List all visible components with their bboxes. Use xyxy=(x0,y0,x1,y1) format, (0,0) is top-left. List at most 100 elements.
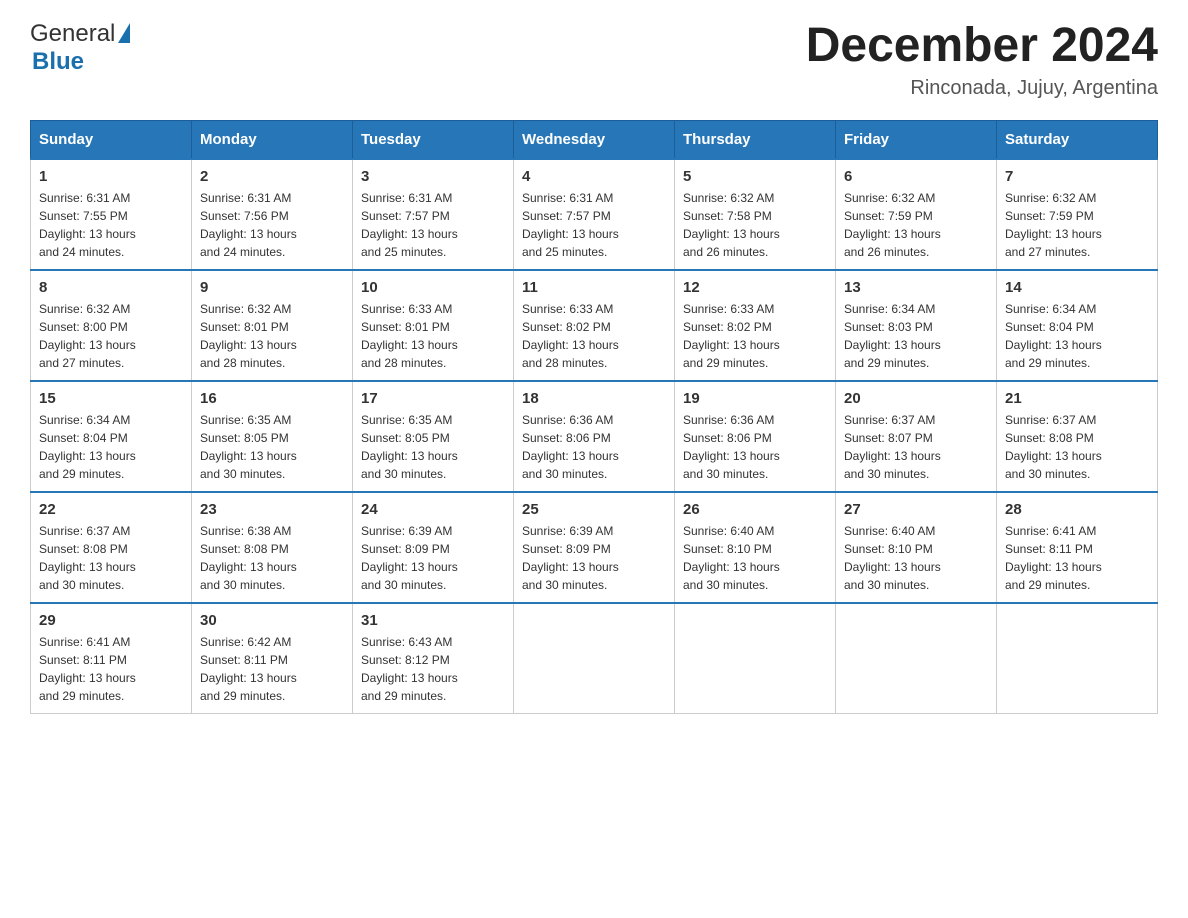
day-number: 17 xyxy=(361,390,505,407)
day-number: 19 xyxy=(683,390,827,407)
title-section: December 2024 Rinconada, Jujuy, Argentin… xyxy=(806,20,1158,100)
day-info: Sunrise: 6:42 AM Sunset: 8:11 PM Dayligh… xyxy=(200,633,344,705)
day-info: Sunrise: 6:31 AM Sunset: 7:56 PM Dayligh… xyxy=(200,189,344,261)
day-info: Sunrise: 6:32 AM Sunset: 7:58 PM Dayligh… xyxy=(683,189,827,261)
logo-general-text: General xyxy=(30,20,115,48)
calendar-cell: 14 Sunrise: 6:34 AM Sunset: 8:04 PM Dayl… xyxy=(997,270,1158,381)
day-number: 28 xyxy=(1005,501,1149,518)
calendar-cell: 15 Sunrise: 6:34 AM Sunset: 8:04 PM Dayl… xyxy=(31,381,192,492)
day-info: Sunrise: 6:35 AM Sunset: 8:05 PM Dayligh… xyxy=(361,411,505,483)
calendar-cell: 28 Sunrise: 6:41 AM Sunset: 8:11 PM Dayl… xyxy=(997,492,1158,603)
calendar-cell: 16 Sunrise: 6:35 AM Sunset: 8:05 PM Dayl… xyxy=(192,381,353,492)
calendar-cell: 6 Sunrise: 6:32 AM Sunset: 7:59 PM Dayli… xyxy=(836,159,997,270)
day-info: Sunrise: 6:39 AM Sunset: 8:09 PM Dayligh… xyxy=(522,522,666,594)
day-info: Sunrise: 6:40 AM Sunset: 8:10 PM Dayligh… xyxy=(683,522,827,594)
day-info: Sunrise: 6:32 AM Sunset: 7:59 PM Dayligh… xyxy=(1005,189,1149,261)
logo: General Blue xyxy=(30,20,130,76)
calendar-cell: 4 Sunrise: 6:31 AM Sunset: 7:57 PM Dayli… xyxy=(514,159,675,270)
calendar-cell: 7 Sunrise: 6:32 AM Sunset: 7:59 PM Dayli… xyxy=(997,159,1158,270)
day-number: 6 xyxy=(844,168,988,185)
day-info: Sunrise: 6:34 AM Sunset: 8:03 PM Dayligh… xyxy=(844,300,988,372)
calendar-cell xyxy=(997,603,1158,714)
calendar-week-row: 15 Sunrise: 6:34 AM Sunset: 8:04 PM Dayl… xyxy=(31,381,1158,492)
month-title: December 2024 xyxy=(806,20,1158,73)
col-header-wednesday: Wednesday xyxy=(514,120,675,159)
calendar-cell: 2 Sunrise: 6:31 AM Sunset: 7:56 PM Dayli… xyxy=(192,159,353,270)
day-info: Sunrise: 6:43 AM Sunset: 8:12 PM Dayligh… xyxy=(361,633,505,705)
calendar-week-row: 8 Sunrise: 6:32 AM Sunset: 8:00 PM Dayli… xyxy=(31,270,1158,381)
calendar-week-row: 22 Sunrise: 6:37 AM Sunset: 8:08 PM Dayl… xyxy=(31,492,1158,603)
calendar-cell: 11 Sunrise: 6:33 AM Sunset: 8:02 PM Dayl… xyxy=(514,270,675,381)
day-info: Sunrise: 6:32 AM Sunset: 8:00 PM Dayligh… xyxy=(39,300,183,372)
day-info: Sunrise: 6:33 AM Sunset: 8:02 PM Dayligh… xyxy=(683,300,827,372)
day-number: 18 xyxy=(522,390,666,407)
day-number: 29 xyxy=(39,612,183,629)
location: Rinconada, Jujuy, Argentina xyxy=(806,77,1158,100)
calendar-cell xyxy=(836,603,997,714)
day-number: 24 xyxy=(361,501,505,518)
day-number: 22 xyxy=(39,501,183,518)
day-number: 10 xyxy=(361,279,505,296)
calendar-cell: 21 Sunrise: 6:37 AM Sunset: 8:08 PM Dayl… xyxy=(997,381,1158,492)
calendar-cell: 25 Sunrise: 6:39 AM Sunset: 8:09 PM Dayl… xyxy=(514,492,675,603)
day-number: 26 xyxy=(683,501,827,518)
day-info: Sunrise: 6:32 AM Sunset: 8:01 PM Dayligh… xyxy=(200,300,344,372)
calendar-cell: 9 Sunrise: 6:32 AM Sunset: 8:01 PM Dayli… xyxy=(192,270,353,381)
calendar-header-row: SundayMondayTuesdayWednesdayThursdayFrid… xyxy=(31,120,1158,159)
calendar-cell: 31 Sunrise: 6:43 AM Sunset: 8:12 PM Dayl… xyxy=(353,603,514,714)
calendar-cell: 13 Sunrise: 6:34 AM Sunset: 8:03 PM Dayl… xyxy=(836,270,997,381)
calendar-cell: 22 Sunrise: 6:37 AM Sunset: 8:08 PM Dayl… xyxy=(31,492,192,603)
day-info: Sunrise: 6:41 AM Sunset: 8:11 PM Dayligh… xyxy=(1005,522,1149,594)
day-info: Sunrise: 6:38 AM Sunset: 8:08 PM Dayligh… xyxy=(200,522,344,594)
calendar-cell: 24 Sunrise: 6:39 AM Sunset: 8:09 PM Dayl… xyxy=(353,492,514,603)
day-number: 27 xyxy=(844,501,988,518)
day-info: Sunrise: 6:37 AM Sunset: 8:07 PM Dayligh… xyxy=(844,411,988,483)
day-number: 16 xyxy=(200,390,344,407)
day-number: 2 xyxy=(200,168,344,185)
calendar-cell: 5 Sunrise: 6:32 AM Sunset: 7:58 PM Dayli… xyxy=(675,159,836,270)
logo-triangle-icon xyxy=(118,23,130,43)
calendar-cell: 19 Sunrise: 6:36 AM Sunset: 8:06 PM Dayl… xyxy=(675,381,836,492)
day-number: 3 xyxy=(361,168,505,185)
col-header-tuesday: Tuesday xyxy=(353,120,514,159)
calendar-cell: 12 Sunrise: 6:33 AM Sunset: 8:02 PM Dayl… xyxy=(675,270,836,381)
calendar-week-row: 29 Sunrise: 6:41 AM Sunset: 8:11 PM Dayl… xyxy=(31,603,1158,714)
calendar-cell: 3 Sunrise: 6:31 AM Sunset: 7:57 PM Dayli… xyxy=(353,159,514,270)
calendar-cell: 17 Sunrise: 6:35 AM Sunset: 8:05 PM Dayl… xyxy=(353,381,514,492)
day-info: Sunrise: 6:34 AM Sunset: 8:04 PM Dayligh… xyxy=(1005,300,1149,372)
day-info: Sunrise: 6:37 AM Sunset: 8:08 PM Dayligh… xyxy=(39,522,183,594)
calendar-cell: 1 Sunrise: 6:31 AM Sunset: 7:55 PM Dayli… xyxy=(31,159,192,270)
day-number: 14 xyxy=(1005,279,1149,296)
calendar-cell: 23 Sunrise: 6:38 AM Sunset: 8:08 PM Dayl… xyxy=(192,492,353,603)
day-number: 30 xyxy=(200,612,344,629)
day-number: 12 xyxy=(683,279,827,296)
calendar-cell: 10 Sunrise: 6:33 AM Sunset: 8:01 PM Dayl… xyxy=(353,270,514,381)
day-number: 20 xyxy=(844,390,988,407)
day-info: Sunrise: 6:31 AM Sunset: 7:55 PM Dayligh… xyxy=(39,189,183,261)
col-header-monday: Monday xyxy=(192,120,353,159)
day-number: 7 xyxy=(1005,168,1149,185)
day-number: 23 xyxy=(200,501,344,518)
page-header: General Blue December 2024 Rinconada, Ju… xyxy=(30,20,1158,100)
calendar-cell: 30 Sunrise: 6:42 AM Sunset: 8:11 PM Dayl… xyxy=(192,603,353,714)
day-number: 9 xyxy=(200,279,344,296)
day-number: 25 xyxy=(522,501,666,518)
col-header-thursday: Thursday xyxy=(675,120,836,159)
col-header-saturday: Saturday xyxy=(997,120,1158,159)
calendar-cell xyxy=(675,603,836,714)
day-info: Sunrise: 6:36 AM Sunset: 8:06 PM Dayligh… xyxy=(683,411,827,483)
calendar-table: SundayMondayTuesdayWednesdayThursdayFrid… xyxy=(30,120,1158,714)
calendar-cell: 20 Sunrise: 6:37 AM Sunset: 8:07 PM Dayl… xyxy=(836,381,997,492)
day-info: Sunrise: 6:33 AM Sunset: 8:01 PM Dayligh… xyxy=(361,300,505,372)
col-header-sunday: Sunday xyxy=(31,120,192,159)
day-number: 4 xyxy=(522,168,666,185)
day-info: Sunrise: 6:31 AM Sunset: 7:57 PM Dayligh… xyxy=(361,189,505,261)
day-info: Sunrise: 6:39 AM Sunset: 8:09 PM Dayligh… xyxy=(361,522,505,594)
calendar-cell: 26 Sunrise: 6:40 AM Sunset: 8:10 PM Dayl… xyxy=(675,492,836,603)
calendar-cell xyxy=(514,603,675,714)
day-number: 1 xyxy=(39,168,183,185)
day-info: Sunrise: 6:41 AM Sunset: 8:11 PM Dayligh… xyxy=(39,633,183,705)
day-info: Sunrise: 6:32 AM Sunset: 7:59 PM Dayligh… xyxy=(844,189,988,261)
calendar-week-row: 1 Sunrise: 6:31 AM Sunset: 7:55 PM Dayli… xyxy=(31,159,1158,270)
day-number: 31 xyxy=(361,612,505,629)
